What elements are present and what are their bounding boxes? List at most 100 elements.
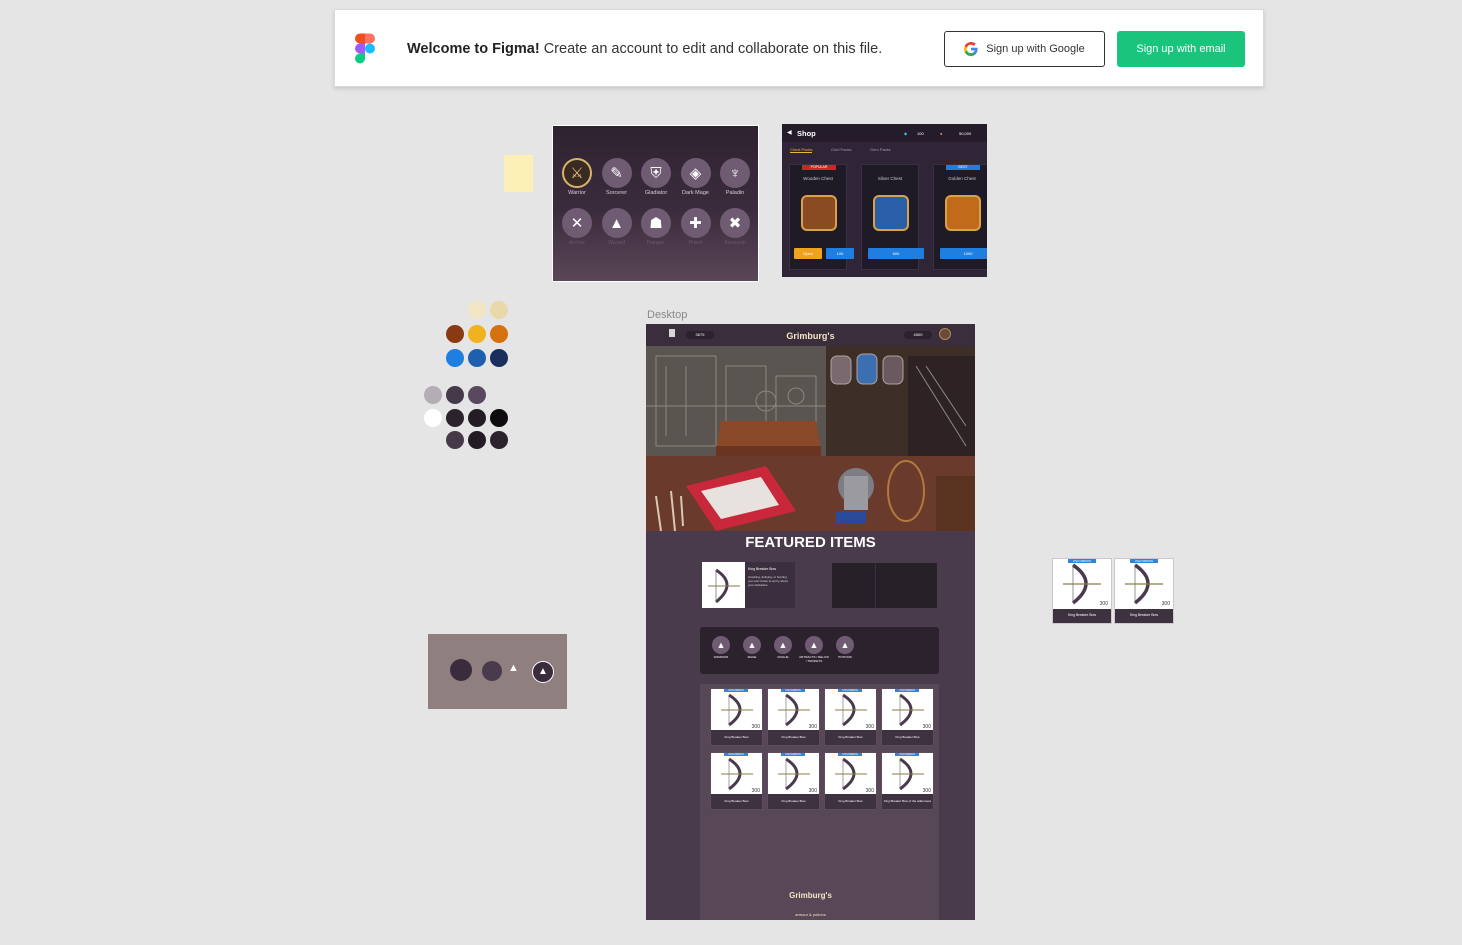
rarity-badge: UNCOMMON (895, 753, 919, 756)
gold-count: 4500 (913, 332, 923, 337)
category-0[interactable]: ▲ WARRIOR (706, 636, 736, 660)
featured-item-card[interactable]: King Breaker Bow Cracking, deifying, or … (702, 562, 795, 608)
category-label: POTIONS (838, 655, 852, 659)
color-swatch[interactable] (446, 325, 464, 343)
frame-label[interactable]: Desktop (647, 309, 687, 321)
color-swatch[interactable] (446, 386, 464, 404)
coin-icon: ● (940, 131, 943, 136)
item-card[interactable]: UNCOMMON 300 King Breaker Bow (710, 688, 763, 746)
price-button[interactable]: 1000 (940, 248, 987, 259)
item-card[interactable]: UNCOMMON 300 King Breaker Bow (824, 752, 877, 810)
class-option-priest[interactable]: ✚ Priest (678, 208, 714, 246)
color-swatch[interactable] (446, 349, 464, 367)
gold-counter: 4500 (904, 331, 932, 339)
item-card[interactable]: UNCOMMON 300 King Breaker Bow (1052, 558, 1112, 624)
class-icon: ♆ (720, 158, 750, 188)
class-label: Ranger (646, 240, 666, 246)
color-swatch[interactable] (468, 409, 486, 427)
class-icon: ✚ (680, 208, 711, 238)
color-swatch[interactable] (490, 431, 508, 449)
item-card[interactable]: UNCOMMON 300 King Breaker Bow (767, 688, 820, 746)
color-swatch[interactable] (490, 349, 508, 367)
item-card[interactable]: UNCOMMON 300 King Breaker Bow of the wilde… (881, 752, 934, 810)
price-button[interactable]: 600 (868, 248, 924, 259)
color-swatch[interactable] (424, 409, 442, 427)
signup-email-button[interactable]: Sign up with email (1117, 31, 1245, 67)
class-option-gladiator[interactable]: ⛨ Gladiator (638, 158, 674, 196)
chest-card[interactable]: Silver Chest 600 (861, 164, 924, 270)
signup-google-label: Sign up with Google (986, 43, 1085, 55)
class-icon: ☗ (641, 208, 671, 238)
item-price: 300 (808, 724, 817, 730)
class-icon: ✕ (562, 208, 592, 238)
item-card[interactable]: UNCOMMON 300 King Breaker Bow (767, 752, 820, 810)
category-2[interactable]: ▲ ROGUE (768, 636, 798, 660)
color-swatch[interactable] (424, 386, 442, 404)
open-button[interactable]: Open (794, 248, 822, 259)
class-icon: ✖ (720, 208, 750, 238)
class-option-paladin[interactable]: ♆ Paladin (717, 158, 753, 196)
icon-states-widget[interactable]: ▲ ▲ (428, 634, 567, 709)
signup-google-button[interactable]: Sign up with Google (944, 31, 1105, 67)
item-card[interactable]: UNCOMMON 300 King Breaker Bow (881, 688, 934, 746)
category-label: WARRIOR (713, 655, 729, 659)
category-label: ROGUE (777, 655, 789, 659)
color-swatch[interactable] (468, 386, 486, 404)
class-label: Warrior (568, 190, 586, 196)
tab-chest-packs[interactable]: Chest Packs (790, 147, 813, 153)
class-icons-frame[interactable]: ⚔ Warrior ✎ Sorcerer ⛨ Gladiator ◈ Dark Mage ♆ Pa… (552, 125, 759, 282)
class-option-warrior[interactable]: ⚔ Warrior (559, 158, 595, 196)
class-option-archer[interactable]: ✕ Archer (559, 208, 595, 246)
class-icon: ⛨ (641, 158, 671, 188)
tab-gold-packs[interactable]: Gold Packs (831, 147, 851, 152)
item-price: 300 (1161, 601, 1170, 607)
bow-image (702, 562, 745, 608)
color-swatch[interactable] (490, 325, 508, 343)
featured-item-name: King Breaker Bow (748, 567, 777, 571)
chest-card[interactable]: POPULAR Wooden Chest Open 100 (789, 164, 854, 270)
tab-gem-packs[interactable]: Gem Packs (870, 147, 891, 152)
class-option-dark-mage[interactable]: ◈ Dark Mage (678, 158, 714, 196)
color-swatch[interactable] (468, 301, 486, 319)
chest-name: Silver Chest (877, 176, 903, 181)
class-icon: ◈ (680, 158, 711, 188)
color-swatch[interactable] (446, 409, 464, 427)
chest-image (873, 195, 909, 231)
class-option-assassin[interactable]: ✖ Assassin (717, 208, 753, 246)
price-button[interactable]: 100 (826, 248, 854, 259)
color-swatch[interactable] (490, 409, 508, 427)
banner-title: Welcome to Figma! (407, 41, 540, 57)
category-3[interactable]: ▲ ARTIFACTS / RELICS / TRINKETS (799, 636, 829, 663)
class-option-wizard[interactable]: ▲ Wizard (599, 208, 635, 246)
avatar[interactable] (939, 328, 951, 340)
color-swatch[interactable] (468, 349, 486, 367)
class-label: Paladin (725, 190, 745, 196)
item-card[interactable]: UNCOMMON 300 King Breaker Bow (1114, 558, 1174, 624)
class-option-sorcerer[interactable]: ✎ Sorcerer (599, 158, 635, 196)
item-price: 300 (922, 788, 931, 794)
item-name: King Breaker Bow (895, 735, 920, 739)
sticky-note[interactable] (504, 155, 533, 192)
class-option-ranger[interactable]: ☗ Ranger (638, 208, 674, 246)
chest-card[interactable]: BEST Golden Chest 1000 (933, 164, 987, 270)
item-price: 300 (865, 724, 874, 730)
color-swatch[interactable] (468, 325, 486, 343)
shop-mobile-frame[interactable]: ◀ Shop ◆ 100 ● 50,000 Chest Packs Gold P… (782, 124, 987, 277)
wizard-hat-icon: ▲ (805, 636, 823, 654)
item-card[interactable]: UNCOMMON 300 King Breaker Bow (824, 688, 877, 746)
color-swatch[interactable] (446, 431, 464, 449)
item-name: King Breaker Bow (838, 735, 863, 739)
desktop-frame[interactable]: 3675 Grimburg's armour & potions 4500 (646, 324, 975, 920)
category-bar: ▲ WARRIOR ▲ MAGE ▲ ROGUE ▲ ARTIFACTS / RELICS /… (700, 627, 939, 674)
color-swatch[interactable] (490, 301, 508, 319)
category-4[interactable]: ▲ POTIONS (830, 636, 860, 660)
color-swatch[interactable] (468, 431, 486, 449)
category-label: ARTIFACTS / RELICS / TRINKETS (799, 655, 829, 663)
item-price: 300 (808, 788, 817, 794)
item-card[interactable]: UNCOMMON 300 King Breaker Bow (710, 752, 763, 810)
class-icon: ✎ (601, 158, 632, 188)
shop-gold: 50,000 (959, 131, 972, 136)
category-1[interactable]: ▲ MAGE (737, 636, 767, 660)
shop-scene-image (646, 346, 975, 531)
chest-image (945, 195, 981, 231)
